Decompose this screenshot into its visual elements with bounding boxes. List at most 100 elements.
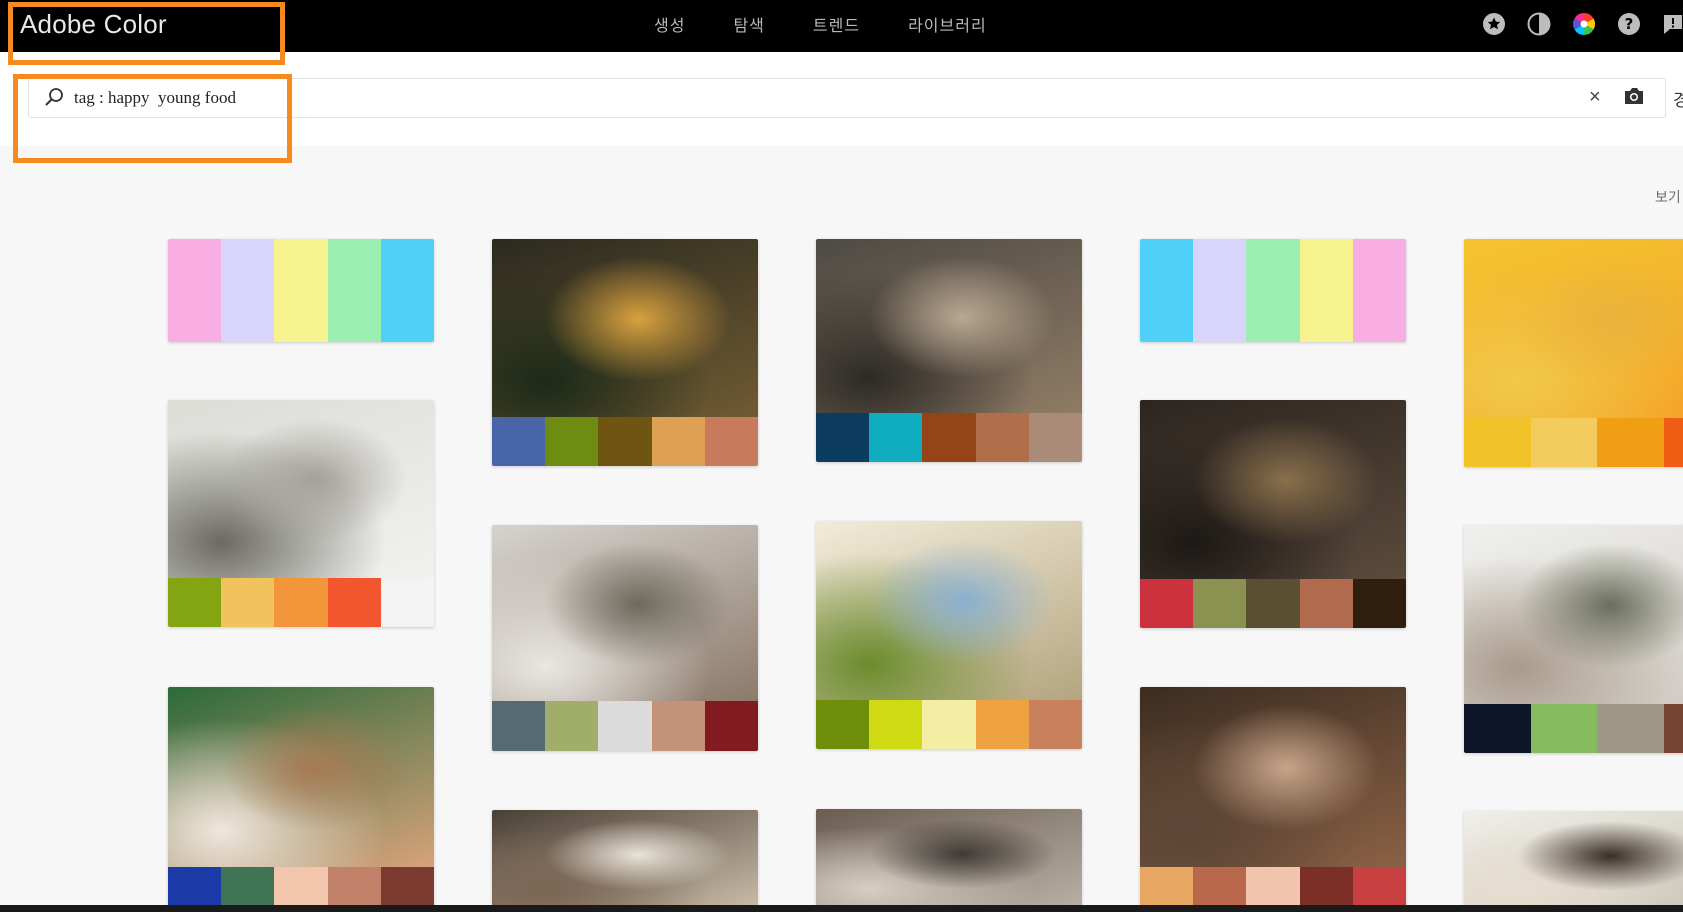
color-swatch[interactable] bbox=[651, 417, 705, 466]
nav-explore[interactable]: 탐색 bbox=[733, 12, 764, 36]
color-swatch[interactable] bbox=[1193, 867, 1247, 907]
color-swatch[interactable] bbox=[1140, 867, 1194, 907]
color-swatch[interactable] bbox=[704, 701, 758, 751]
color-swatch[interactable] bbox=[274, 578, 328, 627]
nav-trends[interactable]: 트렌드 bbox=[813, 12, 860, 36]
color-swatch[interactable] bbox=[545, 701, 599, 751]
swatch-strip bbox=[492, 417, 758, 466]
color-swatch[interactable] bbox=[598, 701, 652, 751]
color-swatch[interactable] bbox=[869, 413, 923, 462]
color-swatch[interactable] bbox=[816, 700, 870, 749]
color-swatch[interactable] bbox=[1352, 867, 1406, 907]
smiling-baker-with-bread-photo bbox=[816, 239, 1082, 413]
clear-search-icon[interactable]: × bbox=[1589, 86, 1601, 109]
photo-theme-card[interactable] bbox=[1464, 811, 1683, 911]
color-swatch[interactable] bbox=[1246, 579, 1300, 628]
color-swatch[interactable] bbox=[492, 417, 546, 466]
color-swatch[interactable] bbox=[1246, 867, 1300, 907]
photo-theme-card[interactable] bbox=[1464, 239, 1683, 467]
photo-theme-card[interactable] bbox=[168, 400, 434, 627]
swatch-strip bbox=[1140, 239, 1406, 342]
color-swatch[interactable] bbox=[327, 239, 381, 342]
swatch-strip bbox=[1140, 867, 1406, 907]
swatch-strip bbox=[1140, 579, 1406, 628]
color-swatch[interactable] bbox=[327, 578, 381, 627]
color-swatch[interactable] bbox=[1530, 418, 1597, 467]
notifications-icon[interactable] bbox=[1661, 11, 1683, 37]
color-swatch[interactable] bbox=[380, 578, 434, 627]
photo-theme-card[interactable] bbox=[492, 239, 758, 466]
color-swatch[interactable] bbox=[274, 867, 328, 907]
color-swatch[interactable] bbox=[274, 239, 328, 342]
palette-card[interactable] bbox=[1140, 239, 1406, 342]
color-swatch[interactable] bbox=[1352, 239, 1406, 342]
color-swatch[interactable] bbox=[922, 413, 976, 462]
color-swatch[interactable] bbox=[651, 701, 705, 751]
color-swatch[interactable] bbox=[816, 413, 870, 462]
color-swatch[interactable] bbox=[1464, 418, 1531, 467]
photo-theme-card[interactable] bbox=[816, 521, 1082, 749]
color-swatch[interactable] bbox=[221, 867, 275, 907]
photo-theme-card[interactable] bbox=[1464, 525, 1683, 753]
color-wheel-icon[interactable] bbox=[1571, 11, 1597, 37]
nav-create[interactable]: 생성 bbox=[654, 12, 685, 36]
color-swatch[interactable] bbox=[492, 701, 546, 751]
photo-theme-card[interactable] bbox=[1140, 400, 1406, 628]
view-label[interactable]: 보기 bbox=[1655, 187, 1681, 207]
photo-theme-card[interactable] bbox=[492, 810, 758, 910]
color-swatch[interactable] bbox=[1028, 413, 1082, 462]
child-with-vegetables-photo bbox=[1464, 239, 1683, 418]
color-swatch[interactable] bbox=[1597, 704, 1664, 753]
photo-theme-card[interactable] bbox=[492, 525, 758, 751]
color-swatch[interactable] bbox=[1140, 579, 1194, 628]
help-icon[interactable]: ? bbox=[1616, 11, 1642, 37]
color-swatch[interactable] bbox=[1663, 704, 1683, 753]
color-swatch[interactable] bbox=[598, 417, 652, 466]
favorites-star-icon[interactable] bbox=[1481, 11, 1507, 37]
color-swatch[interactable] bbox=[327, 867, 381, 907]
photo-theme-card[interactable] bbox=[816, 239, 1082, 462]
color-swatch[interactable] bbox=[922, 700, 976, 749]
color-swatch[interactable] bbox=[975, 700, 1029, 749]
color-swatch[interactable] bbox=[1193, 239, 1247, 342]
swatch-strip bbox=[492, 701, 758, 751]
color-swatch[interactable] bbox=[380, 239, 434, 342]
contrast-icon[interactable] bbox=[1526, 11, 1552, 37]
color-swatch[interactable] bbox=[1140, 239, 1194, 342]
color-swatch[interactable] bbox=[704, 417, 758, 466]
palette-card[interactable] bbox=[168, 239, 434, 342]
photo-theme-card[interactable] bbox=[816, 809, 1082, 909]
color-swatch[interactable] bbox=[1299, 239, 1353, 342]
main-nav: 생성 탐색 트렌드 라이브러리 bbox=[654, 12, 1035, 36]
swatch-strip bbox=[1464, 704, 1683, 753]
color-swatch[interactable] bbox=[975, 413, 1029, 462]
photo-theme-card[interactable] bbox=[1140, 687, 1406, 907]
color-swatch[interactable] bbox=[869, 700, 923, 749]
search-extra-text[interactable]: 경 bbox=[1673, 86, 1683, 111]
camera-icon[interactable] bbox=[1623, 86, 1645, 106]
color-swatch[interactable] bbox=[1028, 700, 1082, 749]
color-swatch[interactable] bbox=[1299, 579, 1353, 628]
color-swatch[interactable] bbox=[221, 578, 275, 627]
smiling-waiter-in-restaurant-photo bbox=[1140, 400, 1406, 579]
color-swatch[interactable] bbox=[168, 239, 222, 342]
svg-text:?: ? bbox=[1625, 15, 1634, 33]
color-swatch[interactable] bbox=[545, 417, 599, 466]
color-swatch[interactable] bbox=[221, 239, 275, 342]
color-swatch[interactable] bbox=[1193, 579, 1247, 628]
color-swatch[interactable] bbox=[1663, 418, 1683, 467]
color-swatch[interactable] bbox=[168, 578, 222, 627]
color-swatch[interactable] bbox=[1246, 239, 1300, 342]
family-dinner-table-photo bbox=[492, 525, 758, 701]
photo-theme-card[interactable] bbox=[168, 687, 434, 907]
color-swatch[interactable] bbox=[380, 867, 434, 907]
outdoor-barbecue-party-photo bbox=[492, 239, 758, 417]
nav-library[interactable]: 라이브러리 bbox=[908, 12, 987, 36]
color-swatch[interactable] bbox=[1530, 704, 1597, 753]
color-swatch[interactable] bbox=[1464, 704, 1531, 753]
search-input[interactable] bbox=[74, 86, 1554, 110]
color-swatch[interactable] bbox=[1597, 418, 1664, 467]
color-swatch[interactable] bbox=[1299, 867, 1353, 907]
color-swatch[interactable] bbox=[168, 867, 222, 907]
color-swatch[interactable] bbox=[1352, 579, 1406, 628]
